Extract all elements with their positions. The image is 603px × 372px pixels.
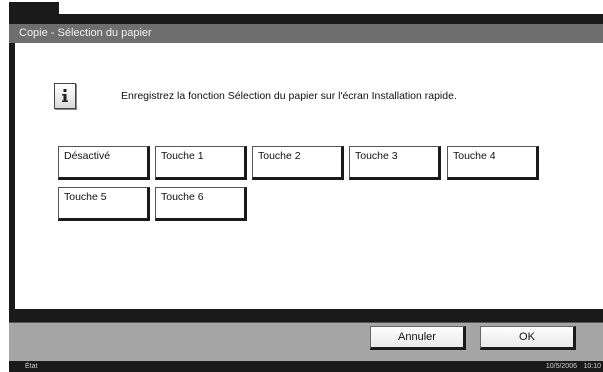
status-time: 10:10	[583, 363, 601, 370]
status-date: 10/5/2006	[545, 363, 577, 370]
option-touche-2[interactable]: Touche 2	[252, 146, 344, 180]
option-touche-3[interactable]: Touche 3	[349, 146, 441, 180]
status-bar: État 10/5/2006 10:10	[9, 361, 603, 372]
cancel-button[interactable]: Annuler	[370, 326, 466, 350]
ok-button[interactable]: OK	[480, 326, 576, 350]
option-touche-6[interactable]: Touche 6	[155, 187, 247, 221]
status-label: État	[25, 363, 38, 370]
screen-frame: Copie - Sélection du papier Enregistrez …	[9, 14, 603, 372]
info-message: Enregistrez la fonction Sélection du pap…	[121, 90, 457, 102]
option-touche-1[interactable]: Touche 1	[155, 146, 247, 180]
window-title: Copie - Sélection du papier	[9, 24, 603, 43]
option-touche-5[interactable]: Touche 5	[58, 187, 150, 221]
option-desactive[interactable]: Désactivé	[58, 146, 150, 180]
info-icon	[54, 83, 76, 109]
main-panel: Enregistrez la fonction Sélection du pap…	[15, 43, 603, 309]
option-touche-4[interactable]: Touche 4	[447, 146, 539, 180]
